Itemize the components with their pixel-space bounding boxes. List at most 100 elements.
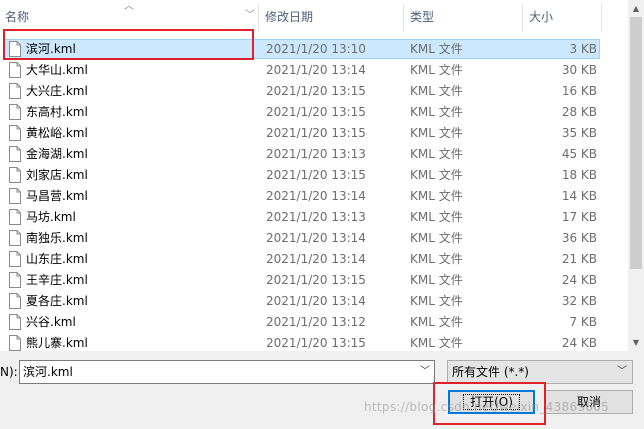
document-file-icon bbox=[9, 188, 21, 204]
file-name: 金海湖.kml bbox=[26, 147, 88, 161]
file-date: 2021/1/20 13:15 bbox=[266, 105, 366, 119]
chevron-down-icon[interactable]: ﹀ bbox=[416, 361, 434, 383]
column-filter-chevron-icon[interactable]: ﹀ bbox=[245, 10, 255, 22]
file-name: 马昌营.kml bbox=[26, 189, 88, 203]
file-size: 45 KB bbox=[561, 147, 597, 161]
file-date: 2021/1/20 13:15 bbox=[266, 84, 366, 98]
file-row[interactable]: 大兴庄.kml 2021/1/20 13:15 KML 文件 16 KB bbox=[0, 81, 628, 102]
scroll-down-arrow-icon[interactable]: ▼ bbox=[628, 334, 644, 351]
file-size: 7 KB bbox=[569, 315, 597, 329]
document-file-icon bbox=[9, 230, 21, 246]
file-row[interactable]: 马昌营.kml 2021/1/20 13:14 KML 文件 14 KB bbox=[0, 186, 628, 207]
filename-combobox[interactable]: ﹀ bbox=[19, 360, 435, 384]
file-type: KML 文件 bbox=[410, 84, 463, 98]
file-name: 大华山.kml bbox=[26, 63, 88, 77]
file-date: 2021/1/20 13:15 bbox=[266, 168, 366, 182]
filetype-select[interactable]: 所有文件 (*.*) ﹀ bbox=[447, 360, 633, 384]
file-date: 2021/1/20 13:15 bbox=[266, 273, 366, 287]
vertical-scrollbar[interactable]: ▲ ▼ bbox=[628, 0, 644, 351]
file-row[interactable]: 大华山.kml 2021/1/20 13:14 KML 文件 30 KB bbox=[0, 60, 628, 81]
file-size: 32 KB bbox=[561, 294, 597, 308]
document-file-icon bbox=[9, 146, 21, 162]
document-file-icon bbox=[9, 293, 21, 309]
file-type: KML 文件 bbox=[410, 273, 463, 287]
column-divider[interactable] bbox=[403, 4, 404, 32]
file-type: KML 文件 bbox=[410, 42, 463, 56]
file-date: 2021/1/20 13:15 bbox=[266, 126, 366, 140]
file-row[interactable]: 刘家店.kml 2021/1/20 13:15 KML 文件 18 KB bbox=[0, 165, 628, 186]
file-type: KML 文件 bbox=[410, 189, 463, 203]
file-size: 30 KB bbox=[561, 63, 597, 77]
file-name: 东高村.kml bbox=[26, 105, 88, 119]
file-date: 2021/1/20 13:14 bbox=[266, 294, 366, 308]
annotation-highlight-box bbox=[3, 29, 254, 60]
file-size: 24 KB bbox=[561, 336, 597, 350]
column-divider[interactable] bbox=[601, 4, 602, 32]
file-row[interactable]: 兴谷.kml 2021/1/20 13:12 KML 文件 7 KB bbox=[0, 312, 628, 333]
file-type: KML 文件 bbox=[410, 210, 463, 224]
file-size: 16 KB bbox=[561, 84, 597, 98]
file-name: 熊儿寨.kml bbox=[26, 336, 88, 350]
file-size: 14 KB bbox=[561, 189, 597, 203]
file-type: KML 文件 bbox=[410, 126, 463, 140]
file-date: 2021/1/20 13:13 bbox=[266, 210, 366, 224]
file-type: KML 文件 bbox=[410, 252, 463, 266]
file-row[interactable]: 南独乐.kml 2021/1/20 13:14 KML 文件 36 KB bbox=[0, 228, 628, 249]
file-size: 21 KB bbox=[561, 252, 597, 266]
file-size: 24 KB bbox=[561, 273, 597, 287]
file-type: KML 文件 bbox=[410, 294, 463, 308]
document-file-icon bbox=[9, 335, 21, 351]
document-file-icon bbox=[9, 104, 21, 120]
scroll-up-arrow-icon[interactable]: ▲ bbox=[628, 0, 644, 17]
document-file-icon bbox=[9, 314, 21, 330]
file-size: 18 KB bbox=[561, 168, 597, 182]
column-divider[interactable] bbox=[258, 4, 259, 32]
file-row[interactable]: 黄松峪.kml 2021/1/20 13:15 KML 文件 35 KB bbox=[0, 123, 628, 144]
file-name: 刘家店.kml bbox=[26, 168, 88, 182]
file-row[interactable]: 熊儿寨.kml 2021/1/20 13:15 KML 文件 24 KB bbox=[0, 333, 628, 351]
file-row[interactable]: 王辛庄.kml 2021/1/20 13:15 KML 文件 24 KB bbox=[0, 270, 628, 291]
file-row[interactable]: 马坊.kml 2021/1/20 13:13 KML 文件 17 KB bbox=[0, 207, 628, 228]
filename-label: N): bbox=[0, 365, 18, 379]
file-name: 大兴庄.kml bbox=[26, 84, 88, 98]
file-date: 2021/1/20 13:13 bbox=[266, 147, 366, 161]
document-file-icon bbox=[9, 167, 21, 183]
scrollbar-thumb[interactable] bbox=[630, 17, 642, 269]
document-file-icon bbox=[9, 62, 21, 78]
file-name: 夏各庄.kml bbox=[26, 294, 88, 308]
file-type: KML 文件 bbox=[410, 315, 463, 329]
file-size: 36 KB bbox=[561, 231, 597, 245]
file-name: 黄松峪.kml bbox=[26, 126, 88, 140]
file-name: 兴谷.kml bbox=[26, 315, 76, 329]
file-name: 马坊.kml bbox=[26, 210, 76, 224]
file-date: 2021/1/20 13:12 bbox=[266, 315, 366, 329]
file-type: KML 文件 bbox=[410, 336, 463, 350]
document-file-icon bbox=[9, 251, 21, 267]
file-row[interactable]: 夏各庄.kml 2021/1/20 13:14 KML 文件 32 KB bbox=[0, 291, 628, 312]
file-date: 2021/1/20 13:14 bbox=[266, 189, 366, 203]
column-header-size[interactable]: 大小 bbox=[524, 0, 600, 34]
file-type: KML 文件 bbox=[410, 105, 463, 119]
chevron-down-icon[interactable]: ﹀ bbox=[614, 361, 630, 383]
file-size: 35 KB bbox=[561, 126, 597, 140]
file-name: 山东庄.kml bbox=[26, 252, 88, 266]
file-type: KML 文件 bbox=[410, 231, 463, 245]
file-size: 17 KB bbox=[561, 210, 597, 224]
filename-input[interactable] bbox=[23, 363, 408, 381]
file-row[interactable]: 金海湖.kml 2021/1/20 13:13 KML 文件 45 KB bbox=[0, 144, 628, 165]
file-date: 2021/1/20 13:14 bbox=[266, 231, 366, 245]
file-size: 28 KB bbox=[561, 105, 597, 119]
file-date: 2021/1/20 13:14 bbox=[266, 252, 366, 266]
file-name: 王辛庄.kml bbox=[26, 273, 88, 287]
file-row[interactable]: 东高村.kml 2021/1/20 13:15 KML 文件 28 KB bbox=[0, 102, 628, 123]
column-divider[interactable] bbox=[522, 4, 523, 32]
document-file-icon bbox=[9, 125, 21, 141]
document-file-icon bbox=[9, 272, 21, 288]
column-header-type[interactable]: 类型 bbox=[405, 0, 522, 34]
file-date: 2021/1/20 13:10 bbox=[266, 42, 366, 56]
column-header-date[interactable]: 修改日期 bbox=[260, 0, 403, 34]
file-type: KML 文件 bbox=[410, 168, 463, 182]
file-row[interactable]: 山东庄.kml 2021/1/20 13:14 KML 文件 21 KB bbox=[0, 249, 628, 270]
document-file-icon bbox=[9, 83, 21, 99]
file-date: 2021/1/20 13:14 bbox=[266, 63, 366, 77]
